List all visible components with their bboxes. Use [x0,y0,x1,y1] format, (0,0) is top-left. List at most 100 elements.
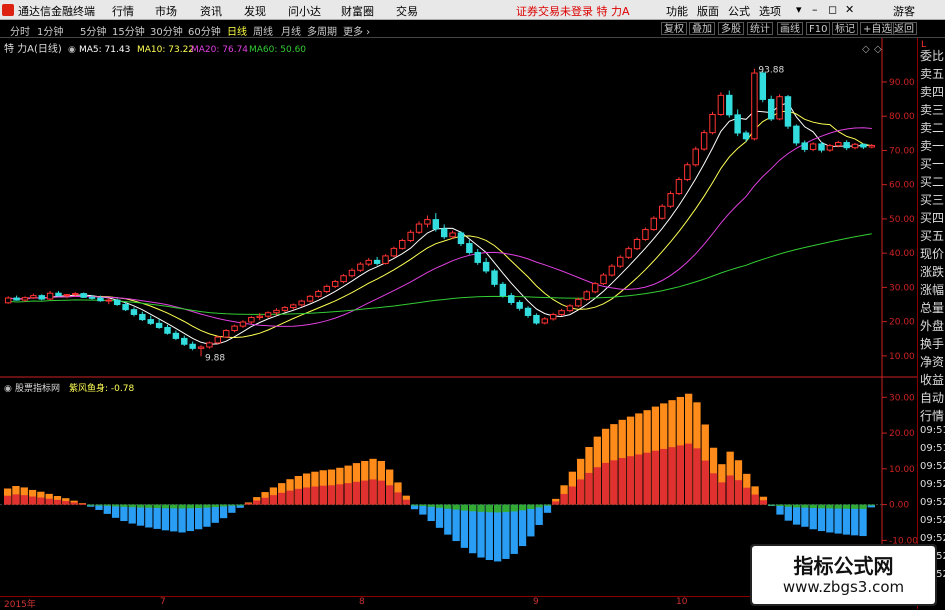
side-panel-item[interactable]: 09:51 [920,425,945,436]
period-tab-30min[interactable]: 30分钟 [150,23,183,38]
period-tab-1min[interactable]: 1分钟 [37,23,63,38]
indicator-bar [444,504,452,535]
side-panel-item[interactable]: 买二 [920,173,944,190]
side-panel-item[interactable]: 委比 [920,47,944,64]
draw-line-button[interactable]: 画线 [777,22,803,35]
period-tab-more[interactable]: 更多 › [343,23,370,38]
indicator-accent-bar [610,460,618,505]
overlay-button[interactable]: 叠加 [689,22,715,35]
side-panel-item[interactable]: 卖三 [920,101,944,118]
date-label: 2015年 [4,600,36,610]
side-panel-item[interactable]: 买三 [920,191,944,208]
chart-canvas[interactable]: 特 力A(日线) ◉ MA5: 71.43 MA10: 73.22 MA20: … [0,38,917,596]
menu-ask[interactable]: 问小达 [288,3,321,19]
period-tab-weekly[interactable]: 周线 [253,23,273,38]
candle-body [868,145,876,148]
period-tab-timeshare[interactable]: 分时 [10,23,30,38]
indicator-accent-bar [28,496,37,505]
side-panel-item[interactable]: 买四 [920,209,944,226]
candle-body [88,296,96,299]
side-panel-item[interactable]: 收益 [920,371,944,388]
multi-stock-button[interactable]: 多股 [718,22,744,35]
side-panel-item[interactable]: 行情 [920,407,944,424]
adjust-button[interactable]: 复权 [661,22,687,35]
side-panel-item[interactable]: 买一 [920,155,944,172]
candle-body [508,295,515,303]
legend-gear-icon[interactable]: ◉ [68,45,76,55]
side-panel-item[interactable]: 卖五 [920,65,944,82]
menu-layout[interactable]: 版面 [697,3,719,19]
indicator-accent-bar [568,486,577,505]
side-panel-item[interactable]: 09:52 [920,497,945,508]
candle-body [642,229,649,240]
side-panel-item[interactable]: 卖四 [920,83,944,100]
add-watchlist-button[interactable]: +自选 [860,22,895,35]
side-panel-item[interactable]: 买五 [920,227,944,244]
period-tab-15min[interactable]: 15分钟 [112,23,145,38]
menu-news[interactable]: 资讯 [200,3,222,19]
indicator-accent-bar [809,504,817,508]
expand-diamond-icon[interactable]: ◇ [862,44,870,55]
dropdown-icon[interactable]: ▾ [796,3,802,16]
side-panel-item[interactable]: 总量 [920,299,944,316]
indicator-accent-bar [87,504,95,506]
menu-wealth[interactable]: 财富圈 [341,3,374,19]
indicator-bar [485,504,493,561]
side-panel-item[interactable]: 09:52 [920,533,945,544]
close-icon[interactable]: ✕ [845,3,854,16]
side-panel-item[interactable]: 外盘 [920,317,944,334]
restore-icon[interactable]: ◻ [828,3,837,16]
period-tab-60min[interactable]: 60分钟 [188,23,221,38]
login-status[interactable]: 证券交易未登录 特 力A [516,3,630,19]
back-button[interactable]: 返回 [891,22,917,35]
sub-gear-icon[interactable]: ◉ [4,384,12,394]
f10-button[interactable]: F10 [806,22,831,35]
side-panel-item[interactable]: 现价 [920,245,944,262]
candle-body [667,193,674,207]
layout-diamond-icon[interactable]: ◇ [874,44,882,55]
legend-ma5: MA5: 71.43 [79,45,130,55]
period-tab-daily[interactable]: 日线 [227,23,247,38]
indicator-accent-bar [145,504,153,508]
period-tab-monthly[interactable]: 月线 [281,23,301,38]
side-panel-item[interactable]: 净资 [920,353,944,370]
candle-body [390,247,398,257]
candle-body [323,285,331,293]
indicator-accent-bar [477,504,485,512]
menu-market[interactable]: 市场 [155,3,177,19]
price-tick-label: 40.00 [889,249,915,259]
menu-options[interactable]: 选项 [759,3,781,19]
statistics-button[interactable]: 统计 [747,22,773,35]
indicator-tick-label: 30.00 [889,393,915,403]
indicator-accent-bar [45,498,53,505]
side-panel-item[interactable]: 09:51 [920,443,945,454]
candle-body [172,332,180,339]
side-panel-item[interactable]: 涨幅 [920,281,944,298]
candle-body [617,256,624,267]
mark-button[interactable]: 标记 [832,22,858,35]
indicator-accent-bar [269,495,278,505]
side-panel-item[interactable]: 09:52 [920,515,945,526]
side-panel-item[interactable]: 09:52 [920,461,945,472]
side-panel-item[interactable]: 09:52 [920,479,945,490]
side-panel-item[interactable]: 涨跌 [920,263,944,280]
indicator-bar [178,504,186,533]
period-tab-5min[interactable]: 5分钟 [80,23,106,38]
minimize-icon[interactable]: – [812,3,818,16]
menu-market-quotes[interactable]: 行情 [112,3,134,19]
indicator-bar [510,504,518,554]
side-panel-item[interactable]: 自动 [920,389,944,406]
side-panel-item[interactable]: 卖一 [920,137,944,154]
menu-formula[interactable]: 公式 [728,3,750,19]
candle-body [130,309,138,315]
side-panel-item[interactable]: 卖二 [920,119,944,136]
side-panel-item[interactable]: 换手 [920,335,944,352]
candle-body [298,300,305,306]
menu-discover[interactable]: 发现 [244,3,266,19]
guest-label[interactable]: 游客 [893,3,915,19]
period-tab-multi[interactable]: 多周期 [307,23,337,38]
menu-trade[interactable]: 交易 [396,3,418,19]
candle-body [675,179,683,195]
indicator-accent-bar [618,457,626,505]
menu-functions[interactable]: 功能 [666,3,688,19]
